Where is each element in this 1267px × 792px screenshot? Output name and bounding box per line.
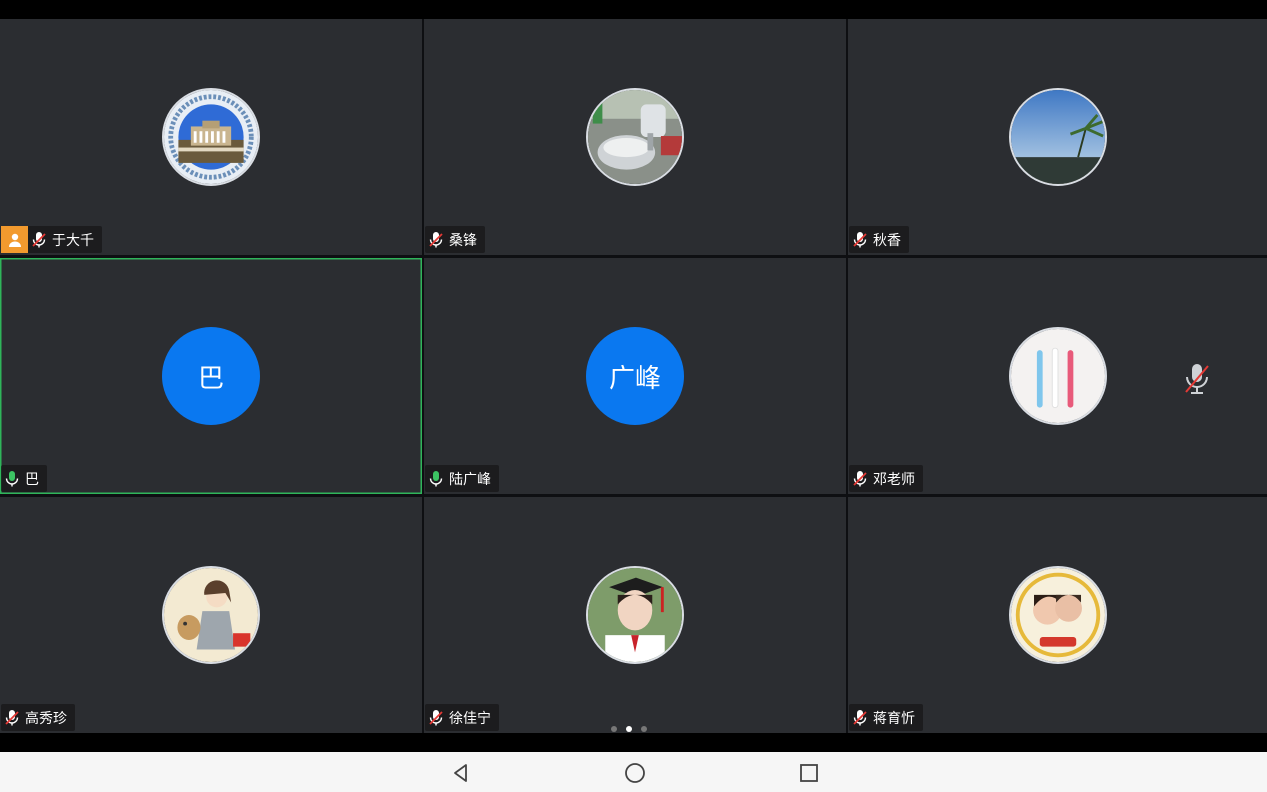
participant-label: 陆广峰 bbox=[425, 465, 499, 492]
participant-tile-2[interactable]: 桑锋 bbox=[424, 19, 846, 255]
chalk-sticks-photo-icon bbox=[1008, 327, 1107, 425]
participant-name: 邓老师 bbox=[873, 471, 915, 488]
video-grid: 于大千 桑锋 秋香 巴 巴 广峰 陆广峰 邓老师 高秀珍 徐佳宁 蒋育忻 bbox=[0, 19, 1267, 733]
anime-girl-dog-photo-icon bbox=[162, 566, 260, 664]
participant-tile-9[interactable]: 蒋育忻 bbox=[848, 497, 1267, 733]
mic-muted-icon bbox=[1185, 364, 1209, 394]
mic-muted-icon bbox=[853, 470, 867, 486]
participant-label: 邓老师 bbox=[849, 465, 923, 492]
mic-muted-icon bbox=[429, 709, 443, 725]
mic-muted-icon bbox=[429, 231, 443, 247]
sky-palm-photo-icon bbox=[1008, 88, 1107, 186]
two-kids-badge-photo-icon bbox=[1008, 566, 1107, 664]
mic-muted-icon bbox=[853, 231, 867, 247]
participant-label: 蒋育忻 bbox=[849, 704, 923, 731]
participant-name: 高秀珍 bbox=[25, 710, 67, 727]
back-icon[interactable] bbox=[450, 762, 472, 784]
participant-label: 于大千 bbox=[1, 226, 102, 253]
page-dot[interactable] bbox=[611, 726, 617, 732]
participant-tile-4[interactable]: 巴 巴 bbox=[0, 258, 422, 494]
mic-muted-icon bbox=[5, 709, 19, 725]
mic-muted-icon bbox=[853, 709, 867, 725]
mic-on-icon bbox=[429, 470, 443, 486]
page-dot[interactable] bbox=[641, 726, 647, 732]
participant-label: 高秀珍 bbox=[1, 704, 75, 731]
mic-muted-icon bbox=[32, 231, 46, 247]
participant-tile-7[interactable]: 高秀珍 bbox=[0, 497, 422, 733]
graduate-girl-photo-icon bbox=[586, 566, 684, 664]
participant-tile-5[interactable]: 广峰 陆广峰 bbox=[424, 258, 846, 494]
kitchen-mixer-photo-icon bbox=[586, 88, 684, 186]
participant-name: 秋香 bbox=[873, 232, 901, 249]
participant-name: 桑锋 bbox=[449, 232, 477, 249]
participant-name: 陆广峰 bbox=[449, 471, 491, 488]
participant-name: 蒋育忻 bbox=[873, 710, 915, 727]
initial-avatar: 广峰 bbox=[586, 327, 684, 425]
participant-name: 于大千 bbox=[52, 232, 94, 249]
participant-tile-6[interactable]: 邓老师 bbox=[848, 258, 1267, 494]
participant-label: 秋香 bbox=[849, 226, 909, 253]
campus-building-photo-icon bbox=[162, 88, 260, 186]
host-badge-icon bbox=[1, 226, 28, 253]
page-indicator[interactable] bbox=[611, 726, 647, 732]
participant-tile-1[interactable]: 于大千 bbox=[0, 19, 422, 255]
participant-label: 巴 bbox=[1, 465, 47, 492]
participant-name: 徐佳宁 bbox=[449, 710, 491, 727]
participant-label: 徐佳宁 bbox=[425, 704, 499, 731]
home-icon[interactable] bbox=[624, 762, 646, 784]
participant-tile-3[interactable]: 秋香 bbox=[848, 19, 1267, 255]
initial-avatar: 巴 bbox=[162, 327, 260, 425]
page-dot-current[interactable] bbox=[626, 726, 632, 732]
recents-icon[interactable] bbox=[798, 762, 820, 784]
participant-name: 巴 bbox=[25, 471, 39, 488]
mic-on-icon bbox=[5, 470, 19, 486]
participant-tile-8[interactable]: 徐佳宁 bbox=[424, 497, 846, 733]
system-navbar bbox=[0, 752, 1267, 792]
participant-label: 桑锋 bbox=[425, 226, 485, 253]
